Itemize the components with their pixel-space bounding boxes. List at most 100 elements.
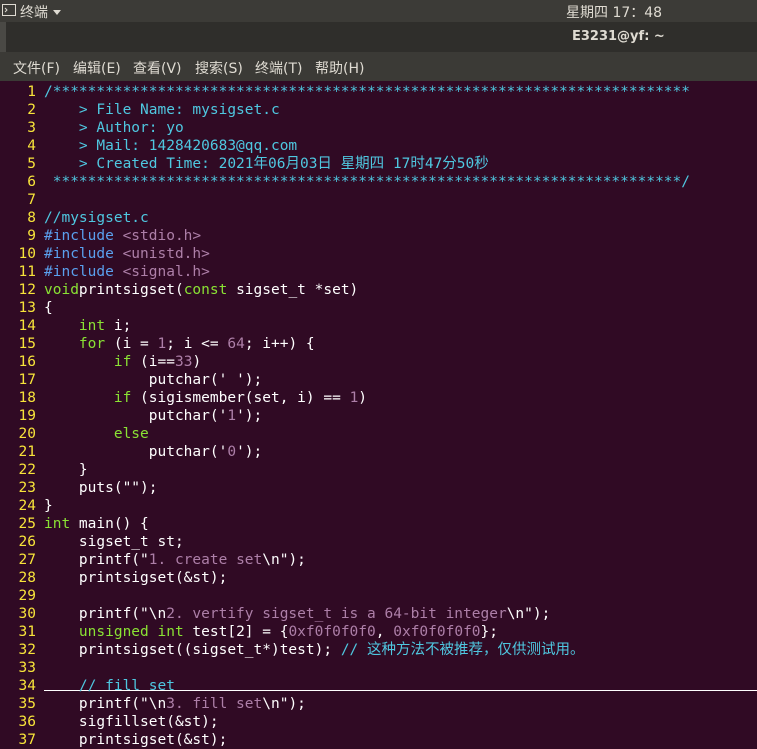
code-text: } xyxy=(44,498,53,514)
code-line: 7 xyxy=(0,191,757,209)
line-number: 21 xyxy=(18,444,36,460)
code-line: 10 #include <unistd.h> xyxy=(0,245,757,263)
code-text: > Mail: 1428420683@qq.com xyxy=(44,138,298,154)
line-number: 29 xyxy=(18,588,36,604)
code-line: 36 sigfillset(&st); xyxy=(0,713,757,731)
code-line: 2 > File Name: mysigset.c xyxy=(0,101,757,119)
line-number: 6 xyxy=(27,174,36,190)
code-line: 35 printf("\n3. fill set\n"); xyxy=(0,695,757,713)
code-line: 37 printsigset(&st); xyxy=(0,731,757,749)
line-number: 37 xyxy=(18,732,36,748)
line-number: 35 xyxy=(18,696,36,712)
line-number: 14 xyxy=(18,318,36,334)
code-text: #include <signal.h> xyxy=(44,264,210,280)
code-line: 1 /**************************************… xyxy=(0,83,757,101)
line-number: 34 xyxy=(18,678,36,694)
code-text: sigset_t st; xyxy=(44,534,184,550)
code-line: 11 #include <signal.h> xyxy=(0,263,757,281)
code-text: } xyxy=(44,462,88,478)
line-number: 3 xyxy=(27,120,36,136)
code-text: > Author: yo xyxy=(44,120,184,136)
code-text: ****************************************… xyxy=(44,174,691,190)
code-line: 20 else xyxy=(0,425,757,443)
menu-help[interactable]: 帮助(H) xyxy=(315,58,364,78)
menu-edit[interactable]: 编辑(E) xyxy=(73,58,121,78)
window-titlebar[interactable]: E3231@yf: ~ xyxy=(0,22,757,52)
line-number: 13 xyxy=(18,300,36,316)
terminal-icon xyxy=(2,4,16,20)
menu-file[interactable]: 文件(F) xyxy=(13,58,60,78)
code-text: > File Name: mysigset.c xyxy=(44,102,280,118)
line-number: 12 xyxy=(18,282,36,298)
line-number: 17 xyxy=(18,372,36,388)
line-number: 2 xyxy=(27,102,36,118)
code-text: int main() { xyxy=(44,516,149,532)
code-line: 27 printf("1. create set\n"); xyxy=(0,551,757,569)
code-text: > Created Time: 2021年06月03日 星期四 17时47分50… xyxy=(44,156,489,172)
code-text: printsigset((sigset_t*)test); // 这种方法不被推… xyxy=(44,642,585,658)
code-line: 15 for (i = 1; i <= 64; i++) { xyxy=(0,335,757,353)
code-line: 5 > Created Time: 2021年06月03日 星期四 17时47分… xyxy=(0,155,757,173)
code-line: 22 } xyxy=(0,461,757,479)
menu-terminal[interactable]: 终端(T) xyxy=(255,58,302,78)
line-number: 25 xyxy=(18,516,36,532)
line-number: 15 xyxy=(18,336,36,352)
clock[interactable]: 星期四 17：48 xyxy=(566,2,662,22)
code-text: // fill set xyxy=(78,678,175,694)
triangle-down-icon xyxy=(52,4,62,20)
line-number: 31 xyxy=(18,624,36,640)
code-text: if (sigismember(set, i) == 1) xyxy=(113,390,368,406)
line-number: 8 xyxy=(27,210,36,226)
code-line: 17 putchar(' '); xyxy=(0,371,757,389)
code-line: 34 // fill set xyxy=(0,677,757,695)
code-text: printf("\n3. fill set\n"); xyxy=(44,696,306,712)
code-line: 24} xyxy=(0,497,757,515)
code-line: 18 if (sigismember(set, i) == 1) xyxy=(0,389,757,407)
code-text: sigfillset(&st); xyxy=(44,714,219,730)
line-number: 19 xyxy=(18,408,36,424)
code-text: printf("\n2. vertify sigset_t is a 64-bi… xyxy=(44,606,551,622)
code-line: 13 { xyxy=(0,299,757,317)
line-number: 33 xyxy=(18,660,36,676)
code-line: 14 int i; xyxy=(0,317,757,335)
code-line: 4 > Mail: 1428420683@qq.com xyxy=(0,137,757,155)
code-text: putchar('1'); xyxy=(44,408,263,424)
line-number: 36 xyxy=(18,714,36,730)
terminal-editor[interactable]: 1 /**************************************… xyxy=(0,81,757,749)
line-number: 27 xyxy=(18,552,36,568)
code-text: putchar(' '); xyxy=(44,372,263,388)
code-text: printf("1. create set\n"); xyxy=(44,552,306,568)
top-panel: 终端 星期四 17：48 xyxy=(0,0,757,22)
code-text: printsigset(&st); xyxy=(44,732,228,748)
code-line: 26 sigset_t st; xyxy=(0,533,757,551)
code-line: 29 xyxy=(0,587,757,605)
code-text: puts(""); xyxy=(44,480,158,496)
code-text: printsigset(&st); xyxy=(44,570,228,586)
menu-search[interactable]: 搜索(S) xyxy=(195,58,243,78)
code-text: putchar('0'); xyxy=(44,444,263,460)
line-number: 28 xyxy=(18,570,36,586)
line-number: 22 xyxy=(18,462,36,478)
line-number: 16 xyxy=(18,354,36,370)
window-title: E3231@yf: ~ xyxy=(572,29,665,44)
app-name: 终端 xyxy=(20,5,48,21)
line-number: 7 xyxy=(27,192,36,208)
code-line: 28 printsigset(&st); xyxy=(0,569,757,587)
code-line: 32 printsigset((sigset_t*)test); // 这种方法… xyxy=(0,641,757,659)
line-number: 10 xyxy=(18,246,36,262)
menu-view[interactable]: 查看(V) xyxy=(133,58,182,78)
line-number: 32 xyxy=(18,642,36,658)
line-number: 18 xyxy=(18,390,36,406)
line-number: 23 xyxy=(18,480,36,496)
code-line: 30 printf("\n2. vertify sigset_t is a 64… xyxy=(0,605,757,623)
line-number: 30 xyxy=(18,606,36,622)
code-text: /***************************************… xyxy=(44,84,691,100)
code-line: 6 **************************************… xyxy=(0,173,757,191)
line-number: 26 xyxy=(18,534,36,550)
line-number: 5 xyxy=(27,156,36,172)
app-menu[interactable]: 终端 xyxy=(2,2,62,22)
line-number: 9 xyxy=(27,228,36,244)
code-text: if (i==33) xyxy=(113,354,202,370)
line-number: 20 xyxy=(18,426,36,442)
line-number: 4 xyxy=(27,138,36,154)
